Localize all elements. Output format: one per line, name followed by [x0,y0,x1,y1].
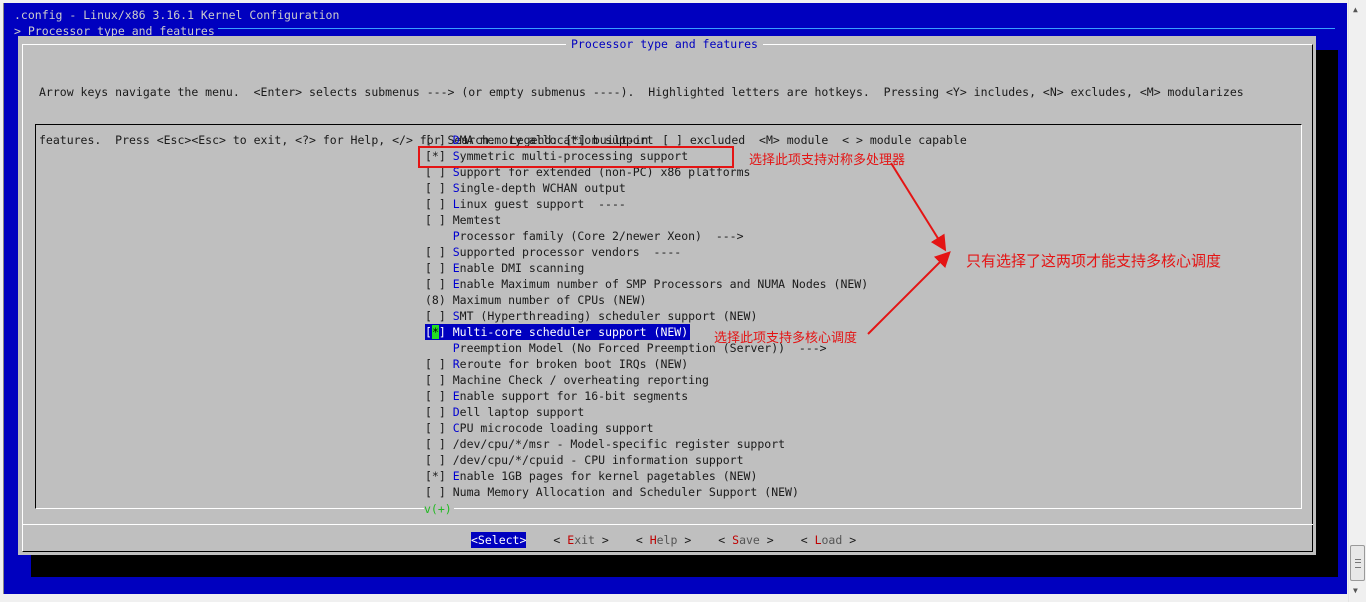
scrollbar-thumb[interactable] [1350,545,1365,581]
vertical-scrollbar[interactable]: ▲ ▼ [1348,0,1366,602]
grip-icon [1355,559,1361,568]
annotation-arrow-multicore [867,251,951,335]
annotation-arrow-smp [890,162,947,252]
scroll-down-arrow-icon[interactable]: ▼ [1353,586,1358,595]
annotation-arrows [867,162,951,335]
scroll-up-arrow-icon[interactable]: ▲ [1353,5,1358,14]
